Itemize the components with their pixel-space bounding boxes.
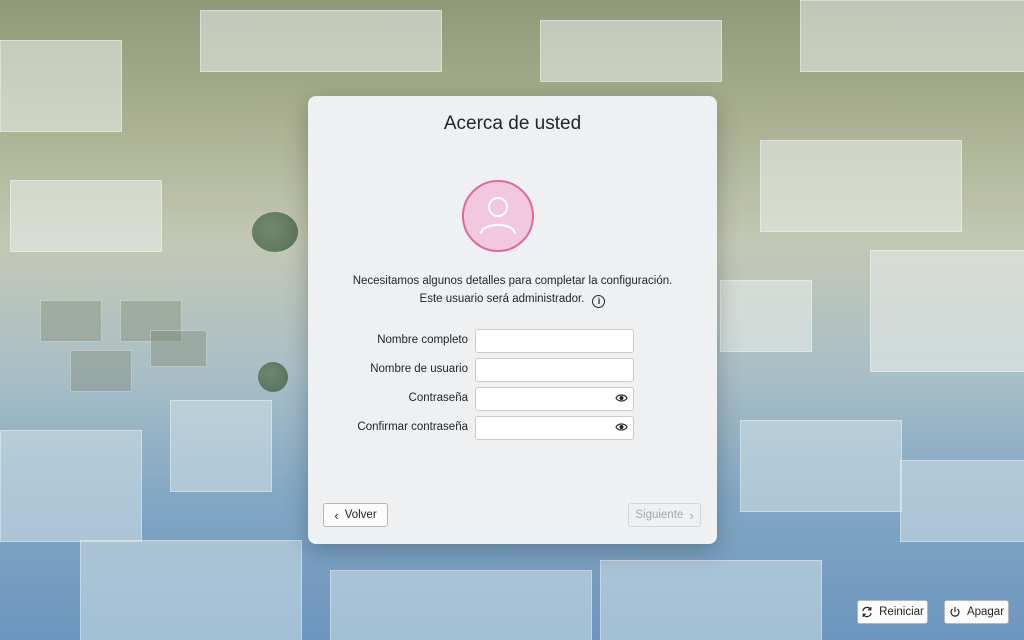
chevron-left-icon: ‹ bbox=[334, 507, 339, 523]
confirm-password-row: Confirmar contraseña bbox=[308, 416, 717, 440]
power-off-button-label: Apagar bbox=[966, 606, 1005, 618]
eye-icon[interactable] bbox=[615, 393, 628, 403]
username-field[interactable] bbox=[475, 358, 634, 382]
next-button-label: Siguiente bbox=[635, 509, 684, 521]
dialog-title: Acerca de usted bbox=[443, 113, 582, 134]
user-avatar-icon[interactable] bbox=[462, 180, 534, 252]
confirm-password-label: Confirmar contraseña bbox=[357, 421, 468, 433]
admin-message: Este usuario será administrador. i bbox=[308, 293, 717, 308]
back-button-label: Volver bbox=[344, 509, 377, 521]
full-name-row: Nombre completo bbox=[308, 329, 717, 353]
restart-button-label: Reiniciar bbox=[879, 606, 924, 618]
chevron-right-icon: › bbox=[689, 507, 694, 523]
restart-button[interactable]: Reiniciar bbox=[857, 600, 928, 624]
username-label: Nombre de usuario bbox=[370, 363, 468, 375]
username-row: Nombre de usuario bbox=[308, 358, 717, 382]
info-icon[interactable]: i bbox=[592, 295, 606, 308]
password-row: Contraseña bbox=[308, 387, 717, 411]
power-icon bbox=[950, 607, 960, 617]
admin-message-text: Este usuario será administrador. bbox=[419, 293, 585, 305]
password-field[interactable] bbox=[475, 387, 634, 411]
back-button[interactable]: ‹ Volver bbox=[323, 503, 388, 527]
password-label: Contraseña bbox=[408, 392, 468, 404]
next-button[interactable]: Siguiente › bbox=[628, 503, 701, 527]
eye-icon[interactable] bbox=[615, 422, 628, 432]
setup-dialog: Acerca de usted Necesitamos algunos deta… bbox=[308, 96, 717, 544]
confirm-password-field[interactable] bbox=[475, 416, 634, 440]
full-name-label: Nombre completo bbox=[377, 334, 468, 346]
full-name-field[interactable] bbox=[475, 329, 634, 353]
power-off-button[interactable]: Apagar bbox=[944, 600, 1009, 624]
restart-icon bbox=[862, 606, 872, 618]
setup-message: Necesitamos algunos detalles para comple… bbox=[352, 275, 673, 287]
